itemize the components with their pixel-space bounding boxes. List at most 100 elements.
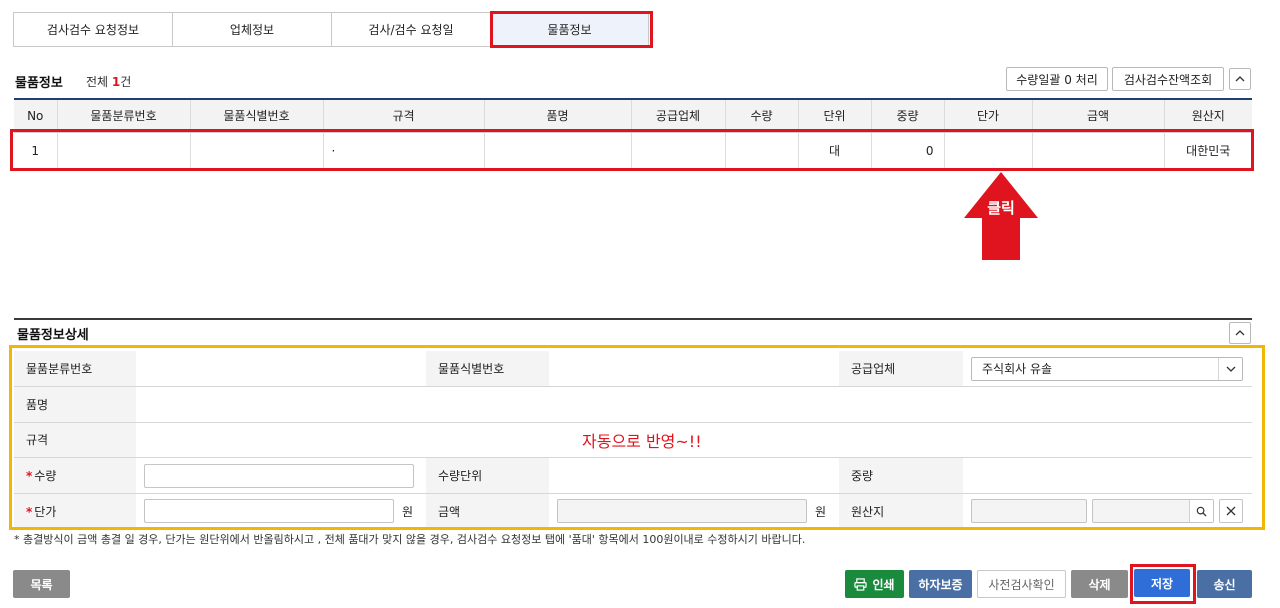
list-button[interactable]: 목록 <box>13 570 70 598</box>
origin-cell <box>963 493 1252 530</box>
spec-label: 규격 <box>14 422 136 459</box>
click-label: 클릭 <box>987 199 1015 217</box>
save-button[interactable]: 저장 <box>1134 569 1190 597</box>
identifier-no-value <box>549 351 839 388</box>
tab-item-info[interactable]: 물품정보 <box>490 12 649 47</box>
tab-bar: 검사검수 요청정보 업체정보 검사/검수 요청일 물품정보 <box>13 12 649 47</box>
unit-price-group: 원 <box>144 499 418 524</box>
chevron-down-icon <box>1218 357 1242 380</box>
col-header: 공급업체 <box>631 98 726 133</box>
unit-price-input[interactable] <box>144 499 394 524</box>
supplier-select-value: 주식회사 유솔 <box>982 362 1053 377</box>
warranty-button[interactable]: 하자보증 <box>909 570 972 598</box>
table-cell <box>631 132 726 170</box>
table-cell <box>190 132 324 170</box>
detail-row: * 수량 수량단위 중량 <box>14 457 1252 494</box>
won-unit: 원 <box>402 504 414 519</box>
col-header: 품명 <box>484 98 632 133</box>
quantity-label: * 수량 <box>14 457 136 494</box>
required-mark: * <box>26 469 33 484</box>
origin-code-input <box>971 499 1087 524</box>
detail-row: 품명 <box>14 386 1252 423</box>
unit-price-label: * 단가 <box>14 493 136 530</box>
balance-inquiry-button[interactable]: 검사검수잔액조회 <box>1112 67 1224 91</box>
quantity-input[interactable] <box>144 463 414 488</box>
item-name-label: 품명 <box>14 386 136 423</box>
col-header: 규격 <box>323 98 485 133</box>
won-unit: 원 <box>815 504 827 519</box>
category-no-label: 물품분류번호 <box>14 351 136 388</box>
table-header-row: No 물품분류번호 물품식별번호 규격 품명 공급업체 수량 단위 중량 단가 … <box>14 98 1252 133</box>
origin-name-input <box>1092 499 1214 524</box>
col-header: 수량 <box>725 98 799 133</box>
search-icon[interactable] <box>1189 500 1213 523</box>
origin-group <box>971 499 1244 524</box>
amount-cell: 원 <box>549 493 839 530</box>
identifier-no-label: 물품식별번호 <box>426 351 549 388</box>
total-prefix: 전체 <box>86 75 112 89</box>
weight-value <box>963 457 1252 494</box>
table-cell <box>1032 132 1165 170</box>
amount-label: 금액 <box>426 493 549 530</box>
item-name-value <box>136 386 1252 423</box>
tab-inspection-request-date[interactable]: 검사/검수 요청일 <box>331 12 490 47</box>
quantity-cell <box>136 457 426 494</box>
collapse-detail-button[interactable] <box>1229 322 1251 344</box>
total-suffix: 건 <box>120 75 132 89</box>
table-cell <box>484 132 632 170</box>
qty-unit-value <box>549 457 839 494</box>
chevron-up-icon <box>1235 330 1245 336</box>
print-button[interactable]: 인쇄 <box>845 570 904 598</box>
category-no-value <box>136 351 426 388</box>
total-count: 전체 1건 <box>86 73 131 90</box>
delete-button[interactable]: 삭제 <box>1071 570 1128 598</box>
collapse-list-button[interactable] <box>1229 68 1251 90</box>
print-label: 인쇄 <box>872 577 895 592</box>
supplier-select[interactable]: 주식회사 유솔 <box>971 356 1243 381</box>
table-cell: 0 <box>871 132 945 170</box>
item-list-table: No 물품분류번호 물품식별번호 규격 품명 공급업체 수량 단위 중량 단가 … <box>14 98 1252 170</box>
table-cell: 대 <box>798 132 872 170</box>
section-divider <box>14 318 1252 320</box>
close-icon <box>1226 506 1236 516</box>
col-header: 중량 <box>871 98 945 133</box>
send-button[interactable]: 송신 <box>1197 570 1252 598</box>
supplier-cell: 주식회사 유솔 <box>963 351 1252 388</box>
amount-input <box>557 499 807 524</box>
tab-company-info[interactable]: 업체정보 <box>172 12 331 47</box>
detail-row: 물품분류번호 물품식별번호 공급업체 주식회사 유솔 <box>14 351 1252 388</box>
table-row[interactable]: 1 · 대 0 대한민국 <box>14 132 1252 170</box>
total-number: 1 <box>111 75 121 89</box>
col-header: 물품분류번호 <box>57 98 191 133</box>
col-header: 단가 <box>944 98 1033 133</box>
col-header: 원산지 <box>1164 98 1252 133</box>
chevron-up-icon <box>1235 76 1245 82</box>
table-cell <box>57 132 191 170</box>
table-cell <box>944 132 1033 170</box>
table-cell <box>725 132 799 170</box>
supplier-label: 공급업체 <box>839 351 963 388</box>
col-header: 단위 <box>798 98 872 133</box>
table-cell: · <box>323 132 485 170</box>
detail-row: * 단가 원 금액 원 원산지 <box>14 493 1252 530</box>
qty-batch-zero-button[interactable]: 수량일괄 0 처리 <box>1006 67 1108 91</box>
origin-label: 원산지 <box>839 493 963 530</box>
pre-inspection-button[interactable]: 사전검사확인 <box>977 570 1066 598</box>
guide-note: * 총결방식이 금액 총결 일 경우, 단가는 원단위에서 반올림하시고 , 전… <box>14 533 806 546</box>
table-cell: 1 <box>14 132 58 170</box>
table-cell: 대한민국 <box>1164 132 1252 170</box>
quantity-label-text: 수량 <box>34 469 57 484</box>
auto-reflect-note: 자동으로 반영~!! <box>582 432 702 451</box>
col-header: 금액 <box>1032 98 1165 133</box>
item-info-title: 물품정보 <box>15 76 63 91</box>
weight-label: 중량 <box>839 457 963 494</box>
qty-unit-label: 수량단위 <box>426 457 549 494</box>
origin-clear-button[interactable] <box>1219 499 1243 524</box>
tab-inspection-request-info[interactable]: 검사검수 요청정보 <box>13 12 172 47</box>
unit-price-label-text: 단가 <box>34 504 57 519</box>
unit-price-cell: 원 <box>136 493 426 530</box>
required-mark: * <box>26 504 33 519</box>
col-header: 물품식별번호 <box>190 98 324 133</box>
amount-group: 원 <box>557 499 831 524</box>
item-detail-title: 물품정보상세 <box>17 328 89 343</box>
